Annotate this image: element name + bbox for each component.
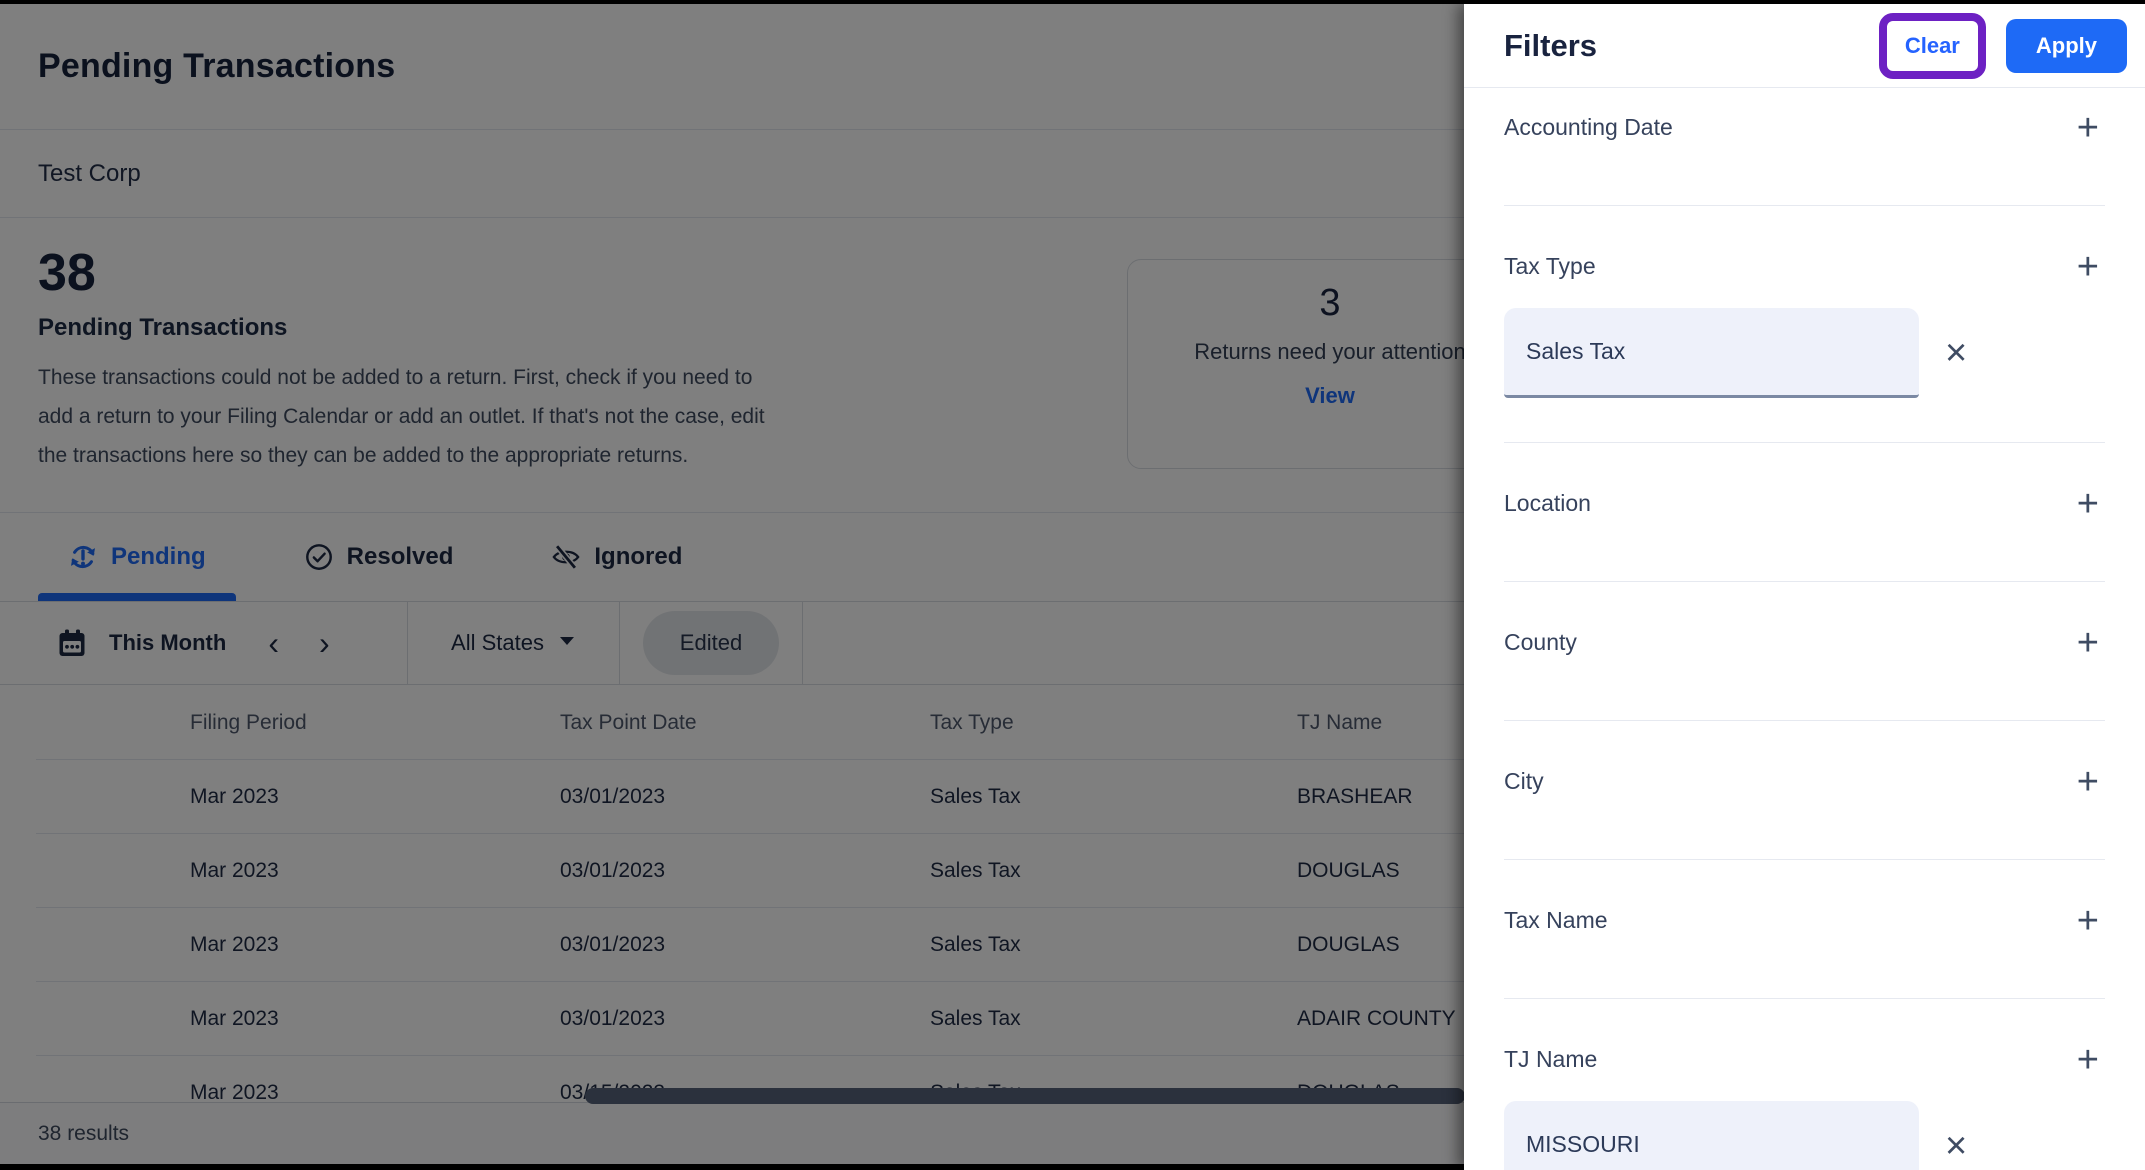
filter-section: Tax Type + Sales Tax × bbox=[1464, 206, 2145, 443]
filter-section-label: Accounting Date bbox=[1504, 114, 1673, 140]
filter-section: Accounting Date + bbox=[1464, 88, 2145, 206]
filter-sections: Accounting Date + Tax Type + Sales Tax × bbox=[1464, 88, 2145, 1170]
filter-section-label: Tax Type bbox=[1504, 253, 1596, 279]
filters-panel-header: Filters Clear Apply bbox=[1464, 4, 2145, 88]
plus-icon[interactable]: + bbox=[2077, 109, 2099, 147]
filter-section: County + bbox=[1464, 582, 2145, 721]
filter-section: City + bbox=[1464, 721, 2145, 860]
filter-section-label: Location bbox=[1504, 490, 1591, 516]
plus-icon[interactable]: + bbox=[2077, 485, 2099, 523]
screen: Pending Transactions Test Corp 38 Pendin… bbox=[0, 0, 2145, 1170]
filter-section-label: Tax Name bbox=[1504, 907, 1608, 933]
selected-filter-chip[interactable]: Sales Tax bbox=[1504, 308, 1919, 398]
plus-icon[interactable]: + bbox=[2077, 624, 2099, 662]
filter-section-label: County bbox=[1504, 629, 1577, 655]
annotation-highlight-box: Clear bbox=[1878, 12, 1986, 79]
close-icon[interactable]: × bbox=[1945, 1127, 1967, 1165]
apply-button[interactable]: Apply bbox=[2005, 18, 2127, 73]
filters-title: Filters bbox=[1504, 27, 1598, 63]
selected-filter-chip[interactable]: MISSOURI bbox=[1504, 1101, 1919, 1170]
filter-section: TJ Name + MISSOURI × bbox=[1464, 999, 2145, 1170]
filter-section-label: City bbox=[1504, 768, 1544, 794]
filters-panel: Filters Clear Apply Accounting Date + Ta… bbox=[1464, 4, 2145, 1170]
plus-icon[interactable]: + bbox=[2077, 248, 2099, 286]
filter-section: Location + bbox=[1464, 443, 2145, 582]
window-top-edge bbox=[0, 0, 2145, 4]
close-icon[interactable]: × bbox=[1945, 334, 1967, 372]
clear-button[interactable]: Clear bbox=[1905, 33, 1960, 59]
filter-section-label: TJ Name bbox=[1504, 1046, 1598, 1072]
plus-icon[interactable]: + bbox=[2077, 1041, 2099, 1079]
filter-section: Tax Name + bbox=[1464, 860, 2145, 999]
plus-icon[interactable]: + bbox=[2077, 902, 2099, 940]
plus-icon[interactable]: + bbox=[2077, 763, 2099, 801]
